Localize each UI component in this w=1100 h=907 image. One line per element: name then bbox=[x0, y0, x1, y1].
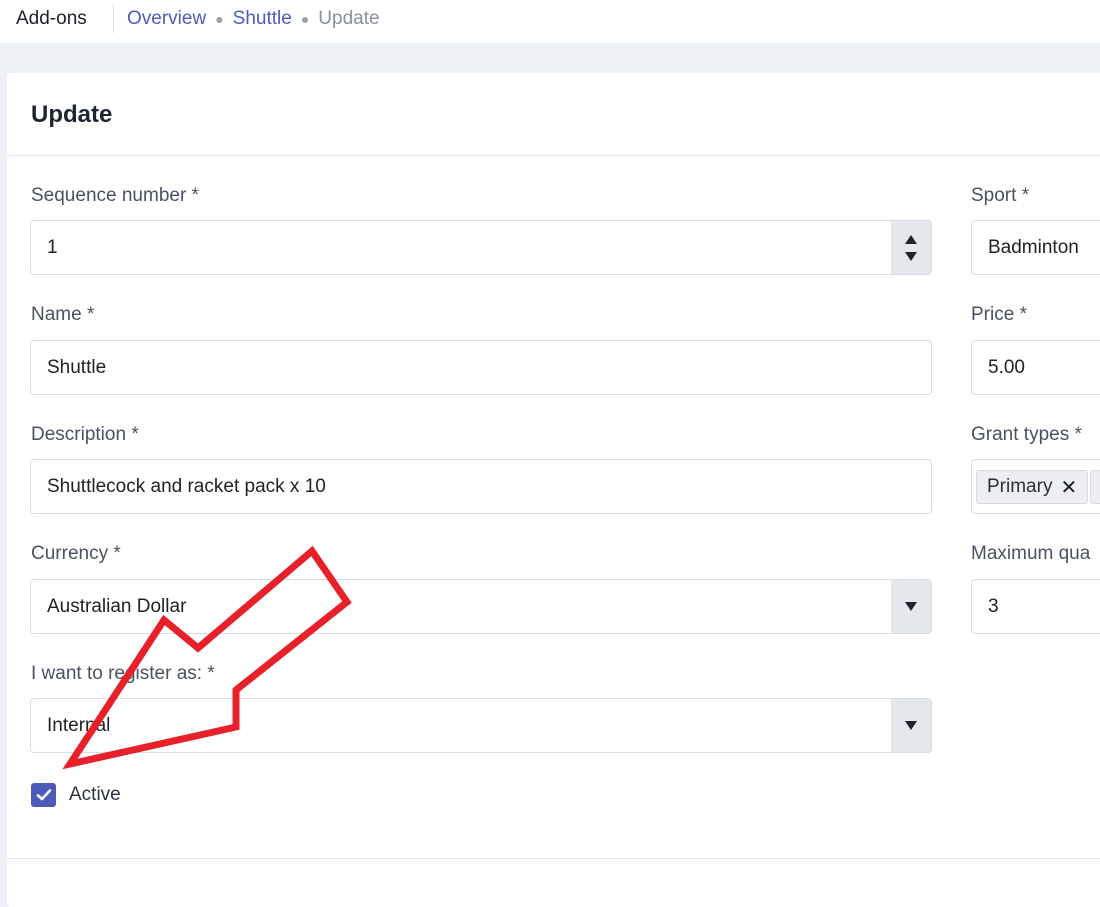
checkmark-icon bbox=[36, 789, 51, 801]
active-checkbox[interactable] bbox=[31, 783, 56, 807]
spinner-up-icon[interactable] bbox=[905, 234, 917, 244]
header-divider bbox=[113, 5, 114, 33]
currency-select[interactable]: Australian Dollar bbox=[30, 579, 932, 634]
sport-value: Badminton bbox=[988, 236, 1079, 258]
max-quantity-label: Maximum qua bbox=[971, 543, 1091, 564]
register-as-dropdown-button[interactable] bbox=[891, 699, 931, 752]
sequence-number-spinner[interactable] bbox=[891, 221, 931, 274]
chevron-down-icon bbox=[905, 721, 917, 730]
register-as-select[interactable]: Internal bbox=[30, 698, 932, 753]
grant-type-tag-label: Primary bbox=[987, 476, 1053, 497]
max-quantity-value: 3 bbox=[988, 595, 999, 617]
description-value: Shuttlecock and racket pack x 10 bbox=[47, 475, 326, 497]
card-footer-divider bbox=[7, 858, 1100, 859]
breadcrumb-overview-link[interactable]: Overview bbox=[127, 8, 206, 30]
page-title: Update bbox=[31, 101, 113, 128]
app-title: Add-ons bbox=[16, 8, 87, 29]
grant-type-tag bbox=[1090, 470, 1100, 504]
currency-value: Australian Dollar bbox=[47, 595, 187, 617]
sequence-number-label: Sequence number * bbox=[31, 185, 199, 206]
sequence-number-value: 1 bbox=[47, 236, 58, 258]
description-label: Description * bbox=[31, 424, 139, 445]
price-label: Price * bbox=[971, 304, 1027, 325]
breadcrumb-item-link[interactable]: Shuttle bbox=[233, 8, 292, 30]
name-value: Shuttle bbox=[47, 356, 107, 378]
breadcrumb: Overview ● Shuttle ● Update bbox=[127, 8, 380, 30]
sequence-number-input[interactable]: 1 bbox=[30, 220, 932, 275]
register-as-value: Internal bbox=[47, 714, 111, 736]
spinner-down-icon[interactable] bbox=[905, 251, 917, 261]
update-form-card: Update Sequence number * 1 Name * Shuttl… bbox=[7, 73, 1100, 907]
sport-select[interactable]: Badminton bbox=[971, 220, 1100, 275]
price-value: 5.00 bbox=[988, 356, 1025, 378]
description-input[interactable]: Shuttlecock and racket pack x 10 bbox=[30, 459, 932, 514]
name-label: Name * bbox=[31, 304, 95, 325]
top-bar: Add-ons Overview ● Shuttle ● Update bbox=[0, 0, 1100, 43]
grant-types-label: Grant types * bbox=[971, 424, 1082, 445]
currency-dropdown-button[interactable] bbox=[891, 580, 931, 633]
chevron-down-icon bbox=[905, 602, 917, 611]
grant-type-tag: Primary ✕ bbox=[976, 470, 1089, 504]
name-input[interactable]: Shuttle bbox=[30, 340, 932, 395]
active-checkbox-label[interactable]: Active bbox=[69, 784, 121, 806]
grant-types-multiselect[interactable]: Primary ✕ bbox=[971, 459, 1100, 514]
sport-label: Sport * bbox=[971, 185, 1030, 206]
card-header: Update bbox=[7, 73, 1100, 156]
currency-label: Currency * bbox=[31, 543, 121, 564]
max-quantity-input[interactable]: 3 bbox=[971, 579, 1100, 634]
close-icon[interactable]: ✕ bbox=[1060, 475, 1077, 500]
breadcrumb-current: Update bbox=[318, 8, 380, 29]
breadcrumb-separator: ● bbox=[300, 11, 310, 27]
price-input[interactable]: 5.00 bbox=[971, 340, 1100, 395]
register-as-label: I want to register as: * bbox=[31, 663, 215, 684]
breadcrumb-separator: ● bbox=[215, 11, 224, 27]
